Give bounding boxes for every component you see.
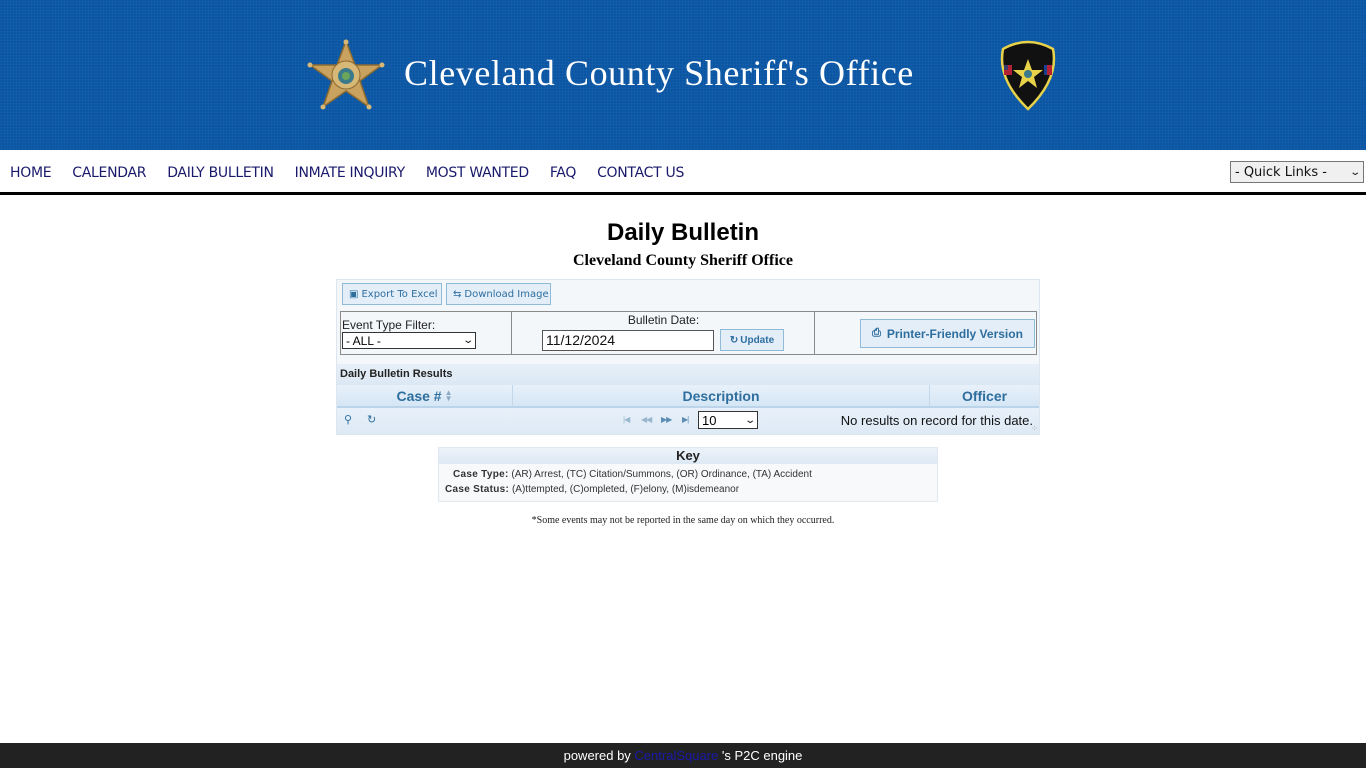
- key-case-status: Case Status: (A)ttempted, (C)ompleted, (…: [445, 484, 739, 495]
- export-excel-label: Export To Excel: [361, 288, 438, 300]
- refresh-icon: ↻: [729, 334, 739, 346]
- page-size-value: 10: [702, 412, 717, 428]
- nav-faq[interactable]: FAQ: [550, 165, 577, 181]
- chevron-down-icon: ⌄: [743, 414, 756, 426]
- quick-links-select[interactable]: - Quick Links - ⌄: [1230, 161, 1364, 183]
- printer-cell: ⎙ Printer-Friendly Version: [815, 312, 1036, 354]
- prev-page-icon[interactable]: ◀◀: [641, 415, 652, 424]
- bulletin-panel: ▣ Export To Excel ⇆ Download Image Event…: [336, 279, 1040, 435]
- printer-icon: ⎙: [872, 327, 881, 339]
- update-label: Update: [740, 334, 775, 346]
- footnote: *Some events may not be reported in the …: [531, 515, 835, 526]
- case-type-label: Case Type:: [453, 469, 509, 480]
- chevron-down-icon: ⌄: [1348, 166, 1361, 178]
- nav-daily-bulletin[interactable]: DAILY BULLETIN: [167, 165, 274, 181]
- case-status-label: Case Status:: [445, 484, 510, 495]
- export-excel-button[interactable]: ▣ Export To Excel: [342, 283, 442, 305]
- refresh-icon[interactable]: ↻: [367, 413, 376, 426]
- column-description[interactable]: Description: [513, 385, 930, 406]
- footer: powered by CentralSquare 's P2C engine: [0, 743, 1366, 768]
- event-type-cell: Event Type Filter: - ALL - ⌄: [341, 312, 512, 354]
- update-button[interactable]: ↻ Update: [720, 329, 784, 351]
- bulletin-date-label: Bulletin Date:: [627, 313, 700, 327]
- nav-home[interactable]: HOME: [10, 165, 52, 181]
- case-status-value: (A)ttempted, (C)ompleted, (F)elony, (M)i…: [511, 484, 740, 495]
- column-case-number[interactable]: Case # ▲ ▼: [337, 385, 513, 406]
- key-box: Key Case Type: (AR) Arrest, (TC) Citatio…: [438, 447, 938, 502]
- site-title: Cleveland County Sheriff's Office: [404, 53, 914, 93]
- main-nav: HOME CALENDAR DAILY BULLETIN INMATE INQU…: [0, 150, 1366, 195]
- key-case-type: Case Type: (AR) Arrest, (TC) Citation/Su…: [453, 469, 812, 480]
- printer-friendly-button[interactable]: ⎙ Printer-Friendly Version: [860, 319, 1035, 348]
- column-officer-label: Officer: [961, 387, 1008, 404]
- column-case-number-label: Case #: [396, 387, 442, 404]
- page-subtitle: Cleveland County Sheriff Office: [573, 252, 793, 269]
- footer-prefix: powered by: [563, 748, 635, 763]
- sheriff-star-badge-icon: [307, 39, 385, 110]
- transfer-icon: ⇆: [453, 288, 462, 300]
- centralsquare-link[interactable]: CentralSquare: [634, 748, 718, 763]
- quick-links-value: - Quick Links -: [1235, 164, 1327, 180]
- download-image-label: Download Image: [464, 288, 549, 300]
- save-icon: ▣: [349, 288, 359, 300]
- page-title: Daily Bulletin: [606, 219, 760, 246]
- nav-most-wanted[interactable]: MOST WANTED: [426, 165, 529, 181]
- resize-grip-icon[interactable]: ⁘: [1031, 424, 1038, 433]
- results-message: No results on record for this date.: [840, 413, 1033, 428]
- header-banner: Cleveland County Sheriff's Office: [0, 0, 1366, 150]
- column-description-label: Description: [682, 387, 760, 404]
- event-type-value: - ALL -: [346, 333, 381, 348]
- event-type-label: Event Type Filter:: [342, 318, 436, 332]
- nav-contact-us[interactable]: CONTACT US: [597, 165, 684, 181]
- nav-inmate-inquiry[interactable]: INMATE INQUIRY: [295, 165, 406, 181]
- case-type-value: (AR) Arrest, (TC) Citation/Summons, (OR)…: [511, 469, 812, 480]
- filter-bar: Event Type Filter: - ALL - ⌄ Bulletin Da…: [340, 311, 1037, 355]
- footer-suffix: 's P2C engine: [718, 748, 803, 763]
- download-image-button[interactable]: ⇆ Download Image: [446, 283, 551, 305]
- last-page-icon[interactable]: ▶|: [682, 415, 689, 424]
- chevron-down-icon: ⌄: [461, 335, 474, 346]
- results-caption: Daily Bulletin Results: [337, 364, 1039, 385]
- bulletin-date-input[interactable]: 11/12/2024: [542, 330, 714, 351]
- county-patch-icon: [1000, 40, 1056, 111]
- search-icon[interactable]: ⚲: [344, 413, 352, 426]
- key-title: Key: [439, 448, 937, 464]
- column-officer[interactable]: Officer: [930, 385, 1039, 406]
- results-pager: ⚲ ↻ |◀ ◀◀ ▶▶ ▶| 10 ⌄ No results on recor…: [337, 408, 1039, 434]
- nav-calendar[interactable]: CALENDAR: [72, 165, 146, 181]
- event-type-select[interactable]: - ALL - ⌄: [342, 332, 476, 349]
- sort-icon: ▲ ▼: [444, 387, 453, 403]
- next-page-icon[interactable]: ▶▶: [661, 415, 672, 424]
- results-grid-header: Case # ▲ ▼ Description Officer: [337, 385, 1039, 408]
- page-size-select[interactable]: 10 ⌄: [698, 411, 758, 429]
- first-page-icon[interactable]: |◀: [623, 415, 630, 424]
- printer-friendly-label: Printer-Friendly Version: [886, 326, 1023, 341]
- bulletin-date-cell: Bulletin Date: 11/12/2024 ↻ Update: [512, 312, 815, 354]
